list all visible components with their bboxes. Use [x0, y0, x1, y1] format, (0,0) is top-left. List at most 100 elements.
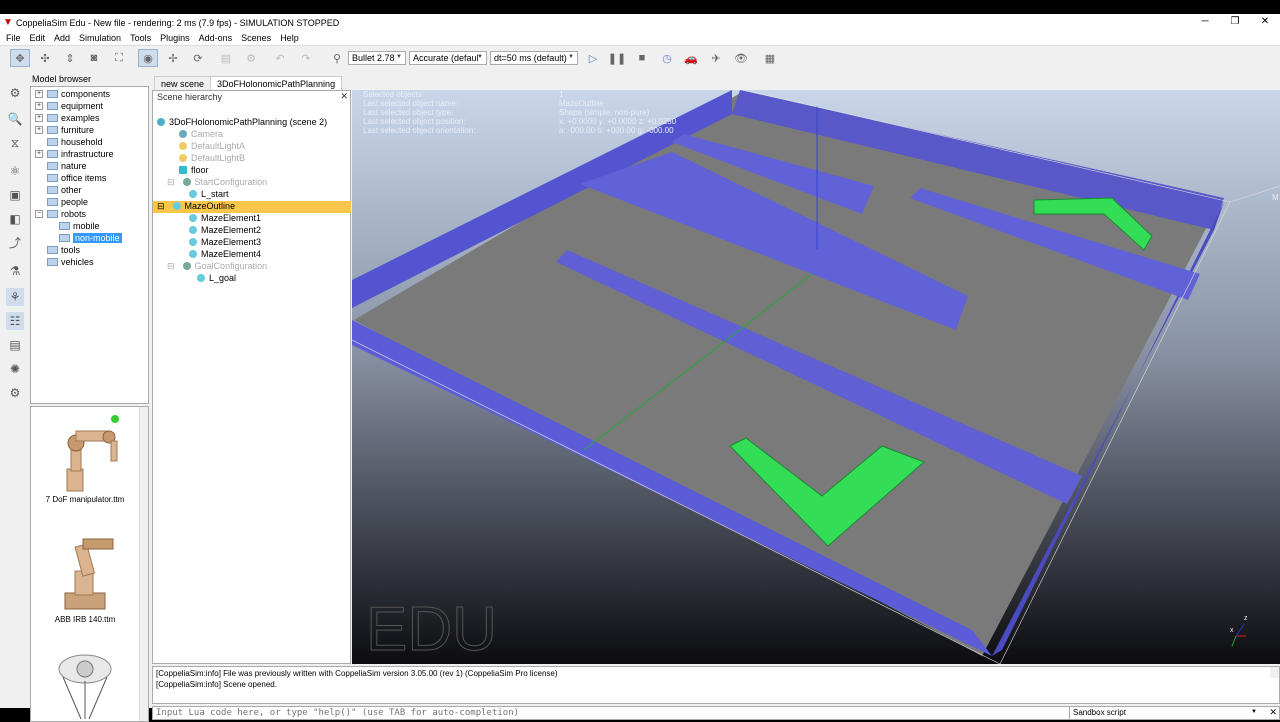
folder-icon: [47, 162, 58, 170]
ik-icon[interactable]: ⚗: [6, 262, 24, 280]
camera-rotate-icon[interactable]: ✣: [35, 49, 55, 67]
tab-new-scene[interactable]: new scene: [154, 76, 212, 90]
menu-addons[interactable]: Add-ons: [193, 31, 236, 43]
menu-file[interactable]: File: [0, 31, 24, 43]
shapes-icon[interactable]: ◧: [6, 210, 24, 228]
axis-label-partial: M: [1272, 193, 1279, 202]
click-select-icon[interactable]: ◉: [138, 49, 158, 67]
scene-item-maze-element[interactable]: MazeElement3: [189, 237, 261, 249]
calculation-modules-icon[interactable]: ⚙: [6, 84, 24, 102]
model-thumbnail[interactable]: [31, 651, 139, 721]
user-settings-icon[interactable]: ⚙: [6, 384, 24, 402]
accuracy-select[interactable]: Accurate (defaul ▼: [409, 51, 487, 65]
lua-input[interactable]: [153, 707, 1065, 719]
fit-to-view-icon[interactable]: ⛶: [109, 49, 129, 67]
transfer-dna-icon[interactable]: ⚙: [241, 49, 261, 67]
expand-icon[interactable]: +: [35, 150, 43, 158]
expand-icon[interactable]: +: [35, 126, 43, 134]
camera-pan-icon[interactable]: ✥: [10, 49, 30, 67]
stop-simulation-icon[interactable]: ■: [632, 49, 652, 67]
undo-icon[interactable]: ↶: [270, 49, 290, 67]
collapse-icon[interactable]: ⊟: [167, 261, 175, 271]
timestep-select[interactable]: dt=50 ms (default) ▼: [490, 51, 578, 65]
info-value: MazeOutline: [559, 99, 604, 108]
scene-item-l-goal[interactable]: L_goal: [197, 273, 236, 285]
close-icon[interactable]: ✕: [1250, 16, 1280, 27]
maximize-icon[interactable]: ❐: [1220, 16, 1250, 27]
info-label: Last selected object position:: [363, 117, 466, 126]
start-simulation-icon[interactable]: ▷: [583, 49, 603, 67]
scene-item-floor[interactable]: floor: [179, 165, 209, 177]
scene-item-maze-element[interactable]: MazeElement2: [189, 225, 261, 237]
paths-icon[interactable]: ⤴: [6, 234, 24, 252]
orientation-label-x: x: [1230, 627, 1234, 634]
scene-windows-icon[interactable]: ▦: [760, 49, 780, 67]
scene-item-goal-config[interactable]: ⊟ GoalConfiguration: [167, 261, 267, 273]
scene-hierarchy-icon[interactable]: ☷: [6, 312, 24, 330]
close-icon[interactable]: ✕: [1269, 707, 1277, 718]
model-browser-title: Model browser: [30, 74, 150, 86]
scene-item-camera[interactable]: Camera: [179, 129, 223, 141]
scene-item-label: DefaultLightA: [191, 141, 246, 151]
camera-icon: [179, 130, 187, 138]
model-browser-icon[interactable]: ⚘: [6, 288, 24, 306]
slow-down-icon[interactable]: 🚗: [681, 49, 701, 67]
scene-item-label: L_goal: [209, 273, 237, 283]
distance-icon[interactable]: ⧖: [6, 134, 24, 152]
layers-icon[interactable]: ▤: [6, 336, 24, 354]
scene-root[interactable]: 3DoFHolonomicPathPlanning (scene 2): [157, 117, 327, 129]
scene-item-l-start[interactable]: L_start: [189, 189, 229, 201]
scene-item-maze-element[interactable]: MazeElement1: [189, 213, 261, 225]
speed-up-icon[interactable]: ✈: [706, 49, 726, 67]
collapse-icon[interactable]: ⊟: [157, 201, 165, 211]
console-scrollbar[interactable]: [1270, 667, 1279, 678]
object-rotate-icon[interactable]: ⟳: [188, 49, 208, 67]
close-icon[interactable]: ✕: [340, 91, 348, 102]
collapse-icon[interactable]: ⊟: [167, 177, 175, 187]
scene-item-light-b[interactable]: DefaultLightB: [179, 153, 245, 165]
menu-plugins[interactable]: Plugins: [154, 31, 193, 43]
status-console: [CoppeliaSim:info] File was previously w…: [152, 666, 1280, 704]
assemble-icon[interactable]: ▤: [216, 49, 236, 67]
scene-item-maze-element[interactable]: MazeElement4: [189, 249, 261, 261]
settings-icon[interactable]: ✺: [6, 360, 24, 378]
scene-item-light-a[interactable]: DefaultLightA: [179, 141, 245, 153]
expand-icon[interactable]: +: [35, 102, 43, 110]
model-thumbnail[interactable]: 7 DoF manipulator.ttm: [31, 411, 139, 504]
tab-3dof-holonomic[interactable]: 3DoFHolonomicPathPlanning: [210, 76, 343, 90]
object-shift-icon[interactable]: ✢: [163, 49, 183, 67]
tree-item-label: household: [61, 137, 103, 147]
tree-item-label: mobile: [73, 221, 100, 231]
menu-add[interactable]: Add: [48, 31, 73, 43]
tree-item-label: office items: [61, 173, 107, 183]
engine-select-value: Bullet 2.78: [352, 53, 395, 63]
realtime-icon[interactable]: ◷: [657, 49, 677, 67]
menu-simulation[interactable]: Simulation: [73, 31, 124, 43]
camera-shift-icon[interactable]: ⇕: [60, 49, 80, 67]
minimize-icon[interactable]: ─: [1190, 16, 1220, 27]
engine-select[interactable]: Bullet 2.78 ▼: [348, 51, 406, 65]
pause-simulation-icon[interactable]: ❚❚: [607, 49, 627, 67]
expand-icon[interactable]: +: [35, 90, 43, 98]
expand-icon[interactable]: +: [35, 114, 43, 122]
scene-item-start-config[interactable]: ⊟ StartConfiguration: [167, 177, 267, 189]
abb-robot-model-icon: [64, 538, 114, 610]
scene-item-maze-outline[interactable]: ⊟ MazeOutline: [153, 201, 351, 213]
collision-icon[interactable]: 🔍: [6, 110, 24, 128]
script-select[interactable]: Sandbox script ▼: [1069, 707, 1261, 719]
scripts-icon[interactable]: ⚛: [6, 162, 24, 180]
menu-edit[interactable]: Edit: [24, 31, 49, 43]
menu-scenes[interactable]: Scenes: [235, 31, 274, 43]
visualization-icon[interactable]: 👁: [731, 49, 751, 67]
menu-help[interactable]: Help: [274, 31, 302, 43]
camera-angle-icon[interactable]: ◙: [84, 49, 104, 67]
model-thumbnail[interactable]: ABB IRB 140.ttm: [31, 531, 139, 624]
thumbnails-scrollbar[interactable]: [139, 407, 148, 721]
menu-tools[interactable]: Tools: [124, 31, 154, 43]
model-thumbnails: 7 DoF manipulator.ttm ABB IRB 140.ttm: [30, 406, 149, 722]
redo-icon[interactable]: ↷: [296, 49, 316, 67]
page-icon[interactable]: ▣: [6, 186, 24, 204]
3d-viewport[interactable]: EDU x z M Selected objects: Last selecte…: [352, 90, 1280, 664]
collapse-icon[interactable]: −: [35, 210, 43, 218]
shape-icon: [179, 166, 187, 174]
